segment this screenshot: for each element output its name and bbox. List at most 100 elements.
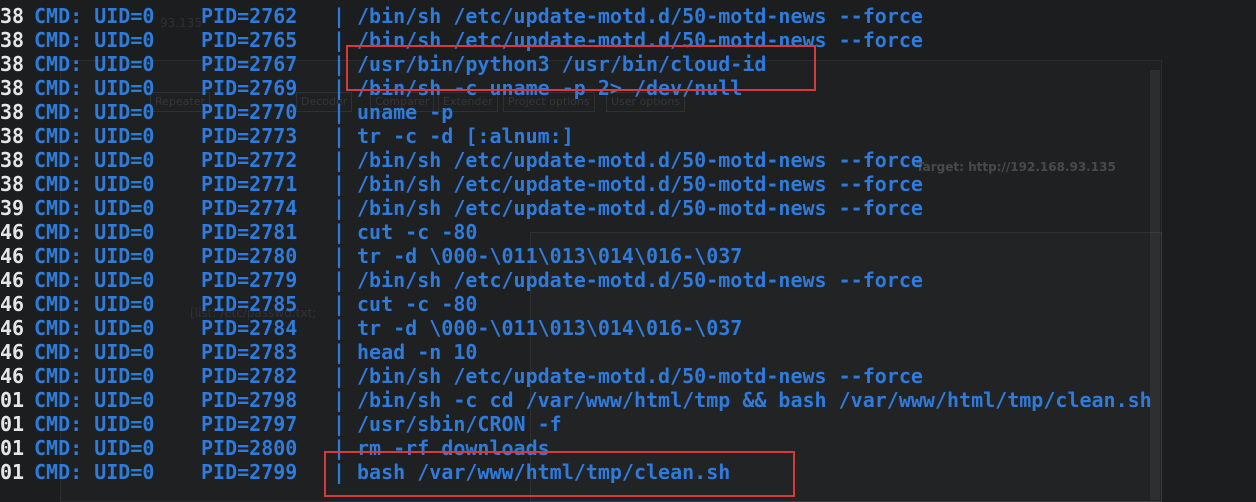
pid-field: PID=2799	[201, 460, 298, 484]
process-row: 38 CMD: UID=0 PID=2771 | /bin/sh /etc/update…	[0, 172, 1152, 196]
process-row: 38 CMD: UID=0 PID=2772 | /bin/sh /etc/update…	[0, 148, 1152, 172]
pid-field: PID=2774	[201, 196, 298, 220]
pid-field: PID=2782	[201, 364, 298, 388]
command-text: cut -c -80	[357, 292, 478, 316]
pid-field: PID=2780	[201, 244, 298, 268]
command-text: /bin/sh /etc/update-motd.d/50-motd-news …	[357, 196, 923, 220]
process-row: 01 CMD: UID=0 PID=2798 | /bin/sh -c cd /var/…	[0, 388, 1152, 412]
command-text: tr -c -d [:alnum:]	[357, 124, 574, 148]
column-separator: |	[333, 220, 346, 244]
command-text: /bin/sh /etc/update-motd.d/50-motd-news …	[357, 364, 923, 388]
column-separator: |	[333, 340, 346, 364]
uid-field: CMD: UID=0	[34, 388, 155, 412]
command-text: /bin/sh /etc/update-motd.d/50-motd-news …	[357, 4, 923, 28]
timestamp-fragment: 38	[0, 148, 25, 172]
pid-field: PID=2781	[201, 220, 298, 244]
column-separator: |	[333, 364, 346, 388]
command-text: /bin/sh /etc/update-motd.d/50-motd-news …	[357, 172, 923, 196]
uid-field: CMD: UID=0	[34, 364, 155, 388]
timestamp-fragment: 38	[0, 28, 25, 52]
timestamp-fragment: 46	[0, 316, 25, 340]
timestamp-fragment: 38	[0, 52, 25, 76]
uid-field: CMD: UID=0	[34, 220, 155, 244]
column-separator: |	[333, 196, 346, 220]
command-text: tr -d \000-\011\013\014\016-\037	[357, 316, 743, 340]
column-separator: |	[333, 4, 346, 28]
pid-field: PID=2762	[201, 4, 298, 28]
pid-field: PID=2767	[201, 52, 298, 76]
uid-field: CMD: UID=0	[34, 100, 155, 124]
command-text: head -n 10	[357, 340, 478, 364]
uid-field: CMD: UID=0	[34, 268, 155, 292]
uid-field: CMD: UID=0	[34, 52, 155, 76]
uid-field: CMD: UID=0	[34, 148, 155, 172]
pid-field: PID=2797	[201, 412, 298, 436]
command-text: uname -p	[357, 100, 454, 124]
uid-field: CMD: UID=0	[34, 124, 155, 148]
column-separator: |	[333, 172, 346, 196]
uid-field: CMD: UID=0	[34, 316, 155, 340]
process-row: 39 CMD: UID=0 PID=2774 | /bin/sh /etc/update…	[0, 196, 1152, 220]
command-text: cut -c -80	[357, 220, 478, 244]
process-row: 46 CMD: UID=0 PID=2781 | cut -c -80	[0, 220, 1152, 244]
uid-field: CMD: UID=0	[34, 4, 155, 28]
timestamp-fragment: 38	[0, 172, 25, 196]
timestamp-fragment: 38	[0, 100, 25, 124]
column-separator: |	[333, 244, 346, 268]
timestamp-fragment: 46	[0, 340, 25, 364]
pid-field: PID=2771	[201, 172, 298, 196]
timestamp-fragment: 01	[0, 412, 25, 436]
timestamp-fragment: 46	[0, 220, 25, 244]
column-separator: |	[333, 388, 346, 412]
uid-field: CMD: UID=0	[34, 172, 155, 196]
highlight-box-cloud-id	[346, 45, 816, 91]
timestamp-fragment: 38	[0, 4, 25, 28]
process-row: 38 CMD: UID=0 PID=2762 | /bin/sh /etc/update…	[0, 4, 1152, 28]
column-separator: |	[333, 124, 346, 148]
process-row: 46 CMD: UID=0 PID=2779 | /bin/sh /etc/update…	[0, 268, 1152, 292]
process-row: 46 CMD: UID=0 PID=2785 | cut -c -80	[0, 292, 1152, 316]
pid-field: PID=2783	[201, 340, 298, 364]
pid-field: PID=2765	[201, 28, 298, 52]
timestamp-fragment: 39	[0, 196, 25, 220]
process-row: 46 CMD: UID=0 PID=2782 | /bin/sh /etc/update…	[0, 364, 1152, 388]
column-separator: |	[333, 268, 346, 292]
uid-field: CMD: UID=0	[34, 28, 155, 52]
uid-field: CMD: UID=0	[34, 340, 155, 364]
pid-field: PID=2770	[201, 100, 298, 124]
screenshot: 93.135 Repeater Decoder Comparer Extende…	[0, 0, 1256, 502]
process-row: 01 CMD: UID=0 PID=2797 | /usr/sbin/CRON -f	[0, 412, 1152, 436]
command-text: /bin/sh /etc/update-motd.d/50-motd-news …	[357, 148, 923, 172]
pid-field: PID=2769	[201, 76, 298, 100]
uid-field: CMD: UID=0	[34, 436, 155, 460]
process-row: 46 CMD: UID=0 PID=2783 | head -n 10	[0, 340, 1152, 364]
column-separator: |	[333, 412, 346, 436]
command-text: tr -d \000-\011\013\014\016-\037	[357, 244, 743, 268]
uid-field: CMD: UID=0	[34, 412, 155, 436]
command-text: /usr/sbin/CRON -f	[357, 412, 562, 436]
process-row: 38 CMD: UID=0 PID=2770 | uname -p	[0, 100, 1152, 124]
timestamp-fragment: 38	[0, 76, 25, 100]
column-separator: |	[333, 100, 346, 124]
pid-field: PID=2798	[201, 388, 298, 412]
timestamp-fragment: 46	[0, 364, 25, 388]
timestamp-fragment: 46	[0, 292, 25, 316]
uid-field: CMD: UID=0	[34, 244, 155, 268]
column-separator: |	[333, 148, 346, 172]
highlight-box-clean-sh	[324, 451, 795, 497]
process-row: 46 CMD: UID=0 PID=2780 | tr -d \000-\011\013…	[0, 244, 1152, 268]
process-row: 38 CMD: UID=0 PID=2773 | tr -c -d [:alnum:]	[0, 124, 1152, 148]
command-text: /bin/sh -c cd /var/www/html/tmp && bash …	[357, 388, 1152, 412]
timestamp-fragment: 01	[0, 436, 25, 460]
pid-field: PID=2785	[201, 292, 298, 316]
timestamp-fragment: 38	[0, 124, 25, 148]
timestamp-fragment: 46	[0, 244, 25, 268]
column-separator: |	[333, 292, 346, 316]
pid-field: PID=2800	[201, 436, 298, 460]
uid-field: CMD: UID=0	[34, 460, 155, 484]
timestamp-fragment: 01	[0, 460, 25, 484]
uid-field: CMD: UID=0	[34, 76, 155, 100]
pid-field: PID=2779	[201, 268, 298, 292]
pid-field: PID=2772	[201, 148, 298, 172]
process-row: 46 CMD: UID=0 PID=2784 | tr -d \000-\011\013…	[0, 316, 1152, 340]
